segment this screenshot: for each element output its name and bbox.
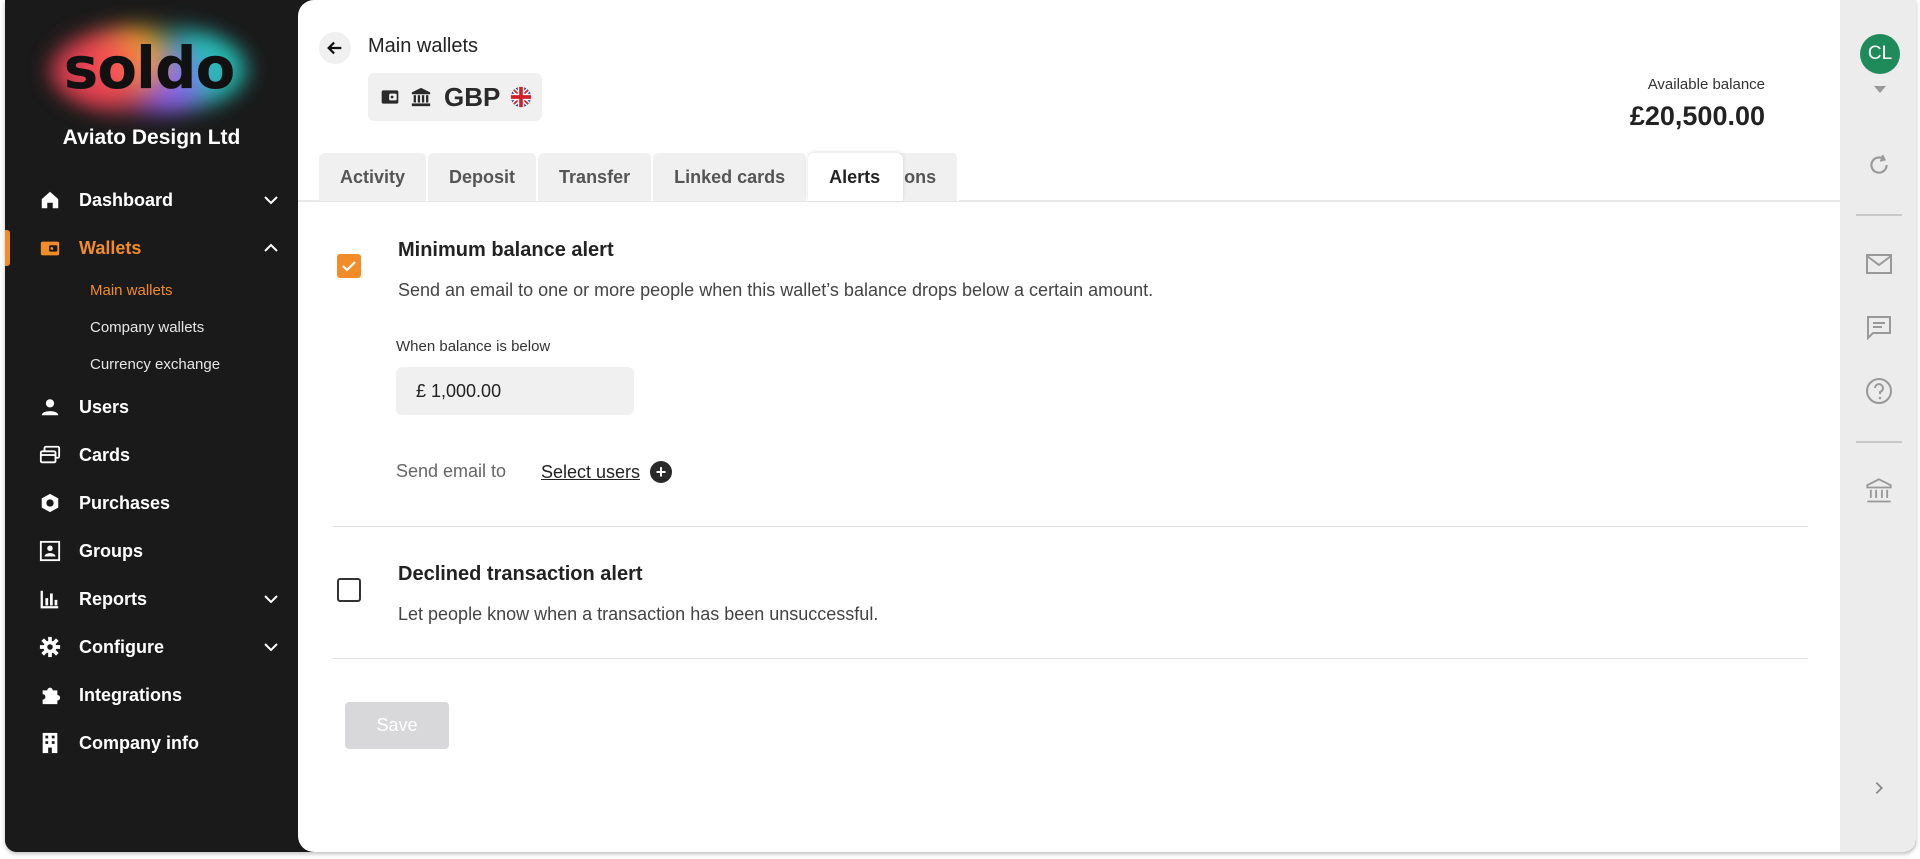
sidebar-item-users[interactable]: Users [5,383,298,431]
balance-threshold-input[interactable] [396,367,634,415]
rail-divider [1856,441,1902,443]
sidebar: soldo Aviato Design Ltd Dashboard Wallet… [5,0,298,852]
wallet-icon [381,90,399,104]
select-users-label: Select users [541,461,641,482]
chat-icon[interactable] [1864,312,1894,342]
tab-linked-cards[interactable]: Linked cards [653,153,809,201]
chevron-down-icon[interactable] [261,637,281,657]
sidebar-item-label: Dashboard [79,189,174,210]
caret-down-icon[interactable] [1874,86,1886,93]
page-title: Main wallets [368,35,479,57]
app-frame: soldo Aviato Design Ltd Dashboard Wallet… [5,0,1916,852]
sidebar-item-company-info[interactable]: Company info [5,719,298,767]
tab-transfer[interactable]: Transfer [538,153,654,201]
refresh-icon[interactable] [1864,150,1894,180]
sidebar-subitem-main-wallets[interactable]: Main wallets [5,272,298,309]
rail-divider [1856,214,1902,216]
sidebar-item-reports[interactable]: Reports [5,575,298,623]
logo-text: soldo [63,34,236,102]
building-icon [38,731,62,755]
bank-icon [411,87,431,107]
chevron-up-icon[interactable] [261,238,281,258]
puzzle-icon [38,683,62,707]
sidebar-item-dashboard[interactable]: Dashboard [5,176,298,224]
sidebar-subitem-currency-exchange[interactable]: Currency exchange [5,346,298,383]
chevron-down-icon[interactable] [261,190,281,210]
sidebar-item-label: Users [79,396,130,417]
sidebar-item-label: Reports [79,588,148,609]
minimum-balance-checkbox[interactable] [337,254,361,278]
alert-title: Declined transaction alert [398,563,643,585]
user-avatar[interactable]: CL [1860,34,1900,74]
sidebar-item-label: Wallets [79,237,142,258]
alert-description: Send an email to one or more people when… [398,280,1154,300]
currency-code: GBP [444,81,501,112]
help-icon[interactable] [1864,376,1894,406]
wallet-currency-chip: GBP [368,73,543,121]
chevron-down-icon[interactable] [261,589,281,609]
sidebar-item-label: Company info [79,732,199,753]
home-icon [38,188,62,212]
purchases-icon [38,491,62,515]
save-button[interactable]: Save [345,702,449,749]
sidebar-item-label: Purchases [79,492,171,513]
sidebar-item-integrations[interactable]: Integrations [5,671,298,719]
select-users-link[interactable]: Select users + [541,461,673,483]
bank-icon[interactable] [1864,476,1894,506]
soldo-logo[interactable]: soldo [49,24,249,116]
company-name: Aviato Design Ltd [62,126,241,149]
sidebar-item-label: Cards [79,444,131,465]
gear-icon [38,635,62,659]
check-icon [342,261,356,272]
wallet-tabs: Activity Deposit Transfer Linked cards A… [319,153,960,201]
available-balance-label: Available balance [1647,76,1765,93]
chevron-right-icon[interactable] [1864,773,1894,803]
bar-chart-icon [38,587,62,611]
declined-transaction-checkbox[interactable] [337,578,361,602]
groups-icon [38,539,62,563]
right-rail: CL [1840,0,1916,852]
cards-icon [38,443,62,467]
sidebar-item-wallets[interactable]: Wallets [5,224,298,272]
wallet-icon [38,236,62,260]
uk-flag-icon [511,86,532,108]
add-circle-icon[interactable]: + [650,461,673,483]
alert-title: Minimum balance alert [398,239,614,261]
mail-icon[interactable] [1864,249,1894,279]
section-divider [333,658,1808,659]
tab-transactions[interactable]: tions [893,153,960,201]
tab-deposit[interactable]: Deposit [428,153,539,201]
main-content: Main wallets GBP Available balance £20,5… [298,0,1840,852]
sidebar-item-purchases[interactable]: Purchases [5,479,298,527]
sidebar-item-label: Configure [79,636,164,657]
user-icon [38,395,62,419]
back-button[interactable] [319,32,351,64]
sidebar-item-groups[interactable]: Groups [5,527,298,575]
alert-description: Let people know when a transaction has b… [398,604,879,624]
section-divider [333,526,1808,527]
sidebar-item-label: Integrations [79,684,183,705]
sidebar-item-label: Groups [79,540,144,561]
sidebar-nav: Dashboard Wallets Main wallets Company w… [5,176,298,767]
send-email-label: Send email to [396,461,507,481]
available-balance-value: £20,500.00 [1629,101,1765,131]
sidebar-subitem-company-wallets[interactable]: Company wallets [5,309,298,346]
sidebar-item-cards[interactable]: Cards [5,431,298,479]
tab-alerts[interactable]: Alerts [808,153,904,201]
balance-threshold-label: When balance is below [396,338,551,355]
sidebar-item-configure[interactable]: Configure [5,623,298,671]
tab-activity[interactable]: Activity [319,153,429,201]
arrow-left-icon [327,41,342,55]
